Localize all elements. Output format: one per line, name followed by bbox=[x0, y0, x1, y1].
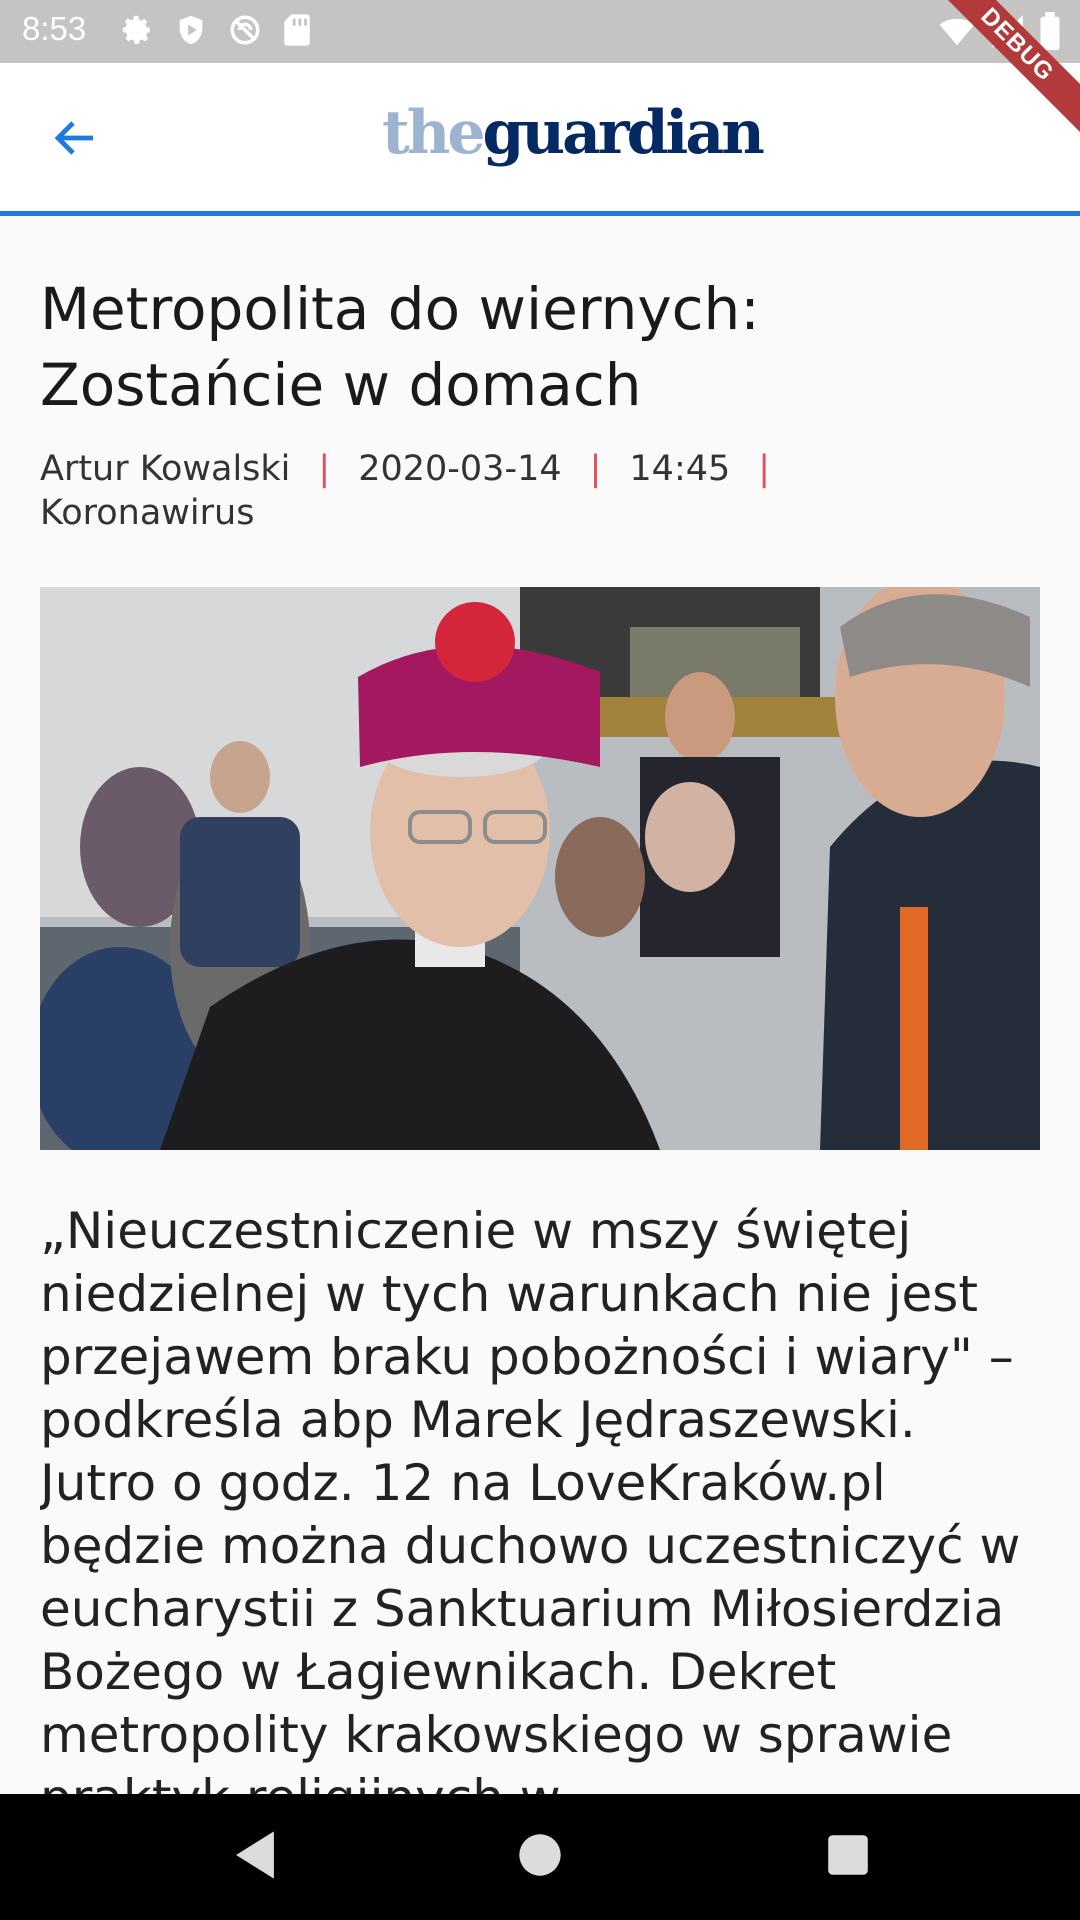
article-photo bbox=[40, 587, 1040, 1150]
gear-icon bbox=[122, 15, 150, 44]
logo-guardian: guardian bbox=[482, 98, 765, 168]
article-body: „Nieuczestniczenie w mszy świętej niedzi… bbox=[40, 1202, 1021, 1794]
arrow-back-icon bbox=[54, 121, 93, 155]
article-time: 14:45 bbox=[629, 449, 731, 489]
home-circle-icon bbox=[519, 1834, 561, 1876]
article-title: Metropolita do wiernych: Zostańcie w dom… bbox=[40, 275, 760, 419]
meta-separator: | bbox=[318, 449, 331, 489]
article-content[interactable]: Metropolita do wiernych: Zostańcie w dom… bbox=[40, 216, 1040, 1794]
meta-separator: | bbox=[758, 449, 771, 489]
article-date: 2020-03-14 bbox=[358, 449, 562, 489]
sync-icon bbox=[230, 15, 260, 45]
battery-icon bbox=[1040, 12, 1060, 50]
article-meta: Artur Kowalski | 2020-03-14 | 14:45 | Koronaw… bbox=[40, 447, 1040, 535]
status-time: 8:53 bbox=[22, 10, 87, 47]
meta-separator: | bbox=[589, 449, 602, 489]
article-category: Koronawirus bbox=[40, 493, 255, 533]
recents-square-icon bbox=[828, 1835, 868, 1875]
status-icons bbox=[120, 13, 312, 47]
guardian-logo: theguardian bbox=[382, 103, 765, 163]
nav-back-button[interactable] bbox=[230, 1829, 280, 1885]
article-author: Artur Kowalski bbox=[40, 449, 291, 489]
logo-the: the bbox=[382, 98, 486, 168]
nav-home-button[interactable] bbox=[517, 1829, 563, 1885]
status-bar: 8:53 bbox=[0, 0, 1080, 63]
back-button[interactable] bbox=[40, 108, 110, 168]
system-nav-bar bbox=[0, 1794, 1080, 1920]
app-bar: theguardian bbox=[0, 63, 1080, 216]
back-triangle-icon bbox=[236, 1831, 274, 1879]
shield-play-icon bbox=[179, 15, 203, 45]
nav-recents-button[interactable] bbox=[826, 1829, 870, 1885]
sd-card-icon bbox=[284, 14, 310, 46]
